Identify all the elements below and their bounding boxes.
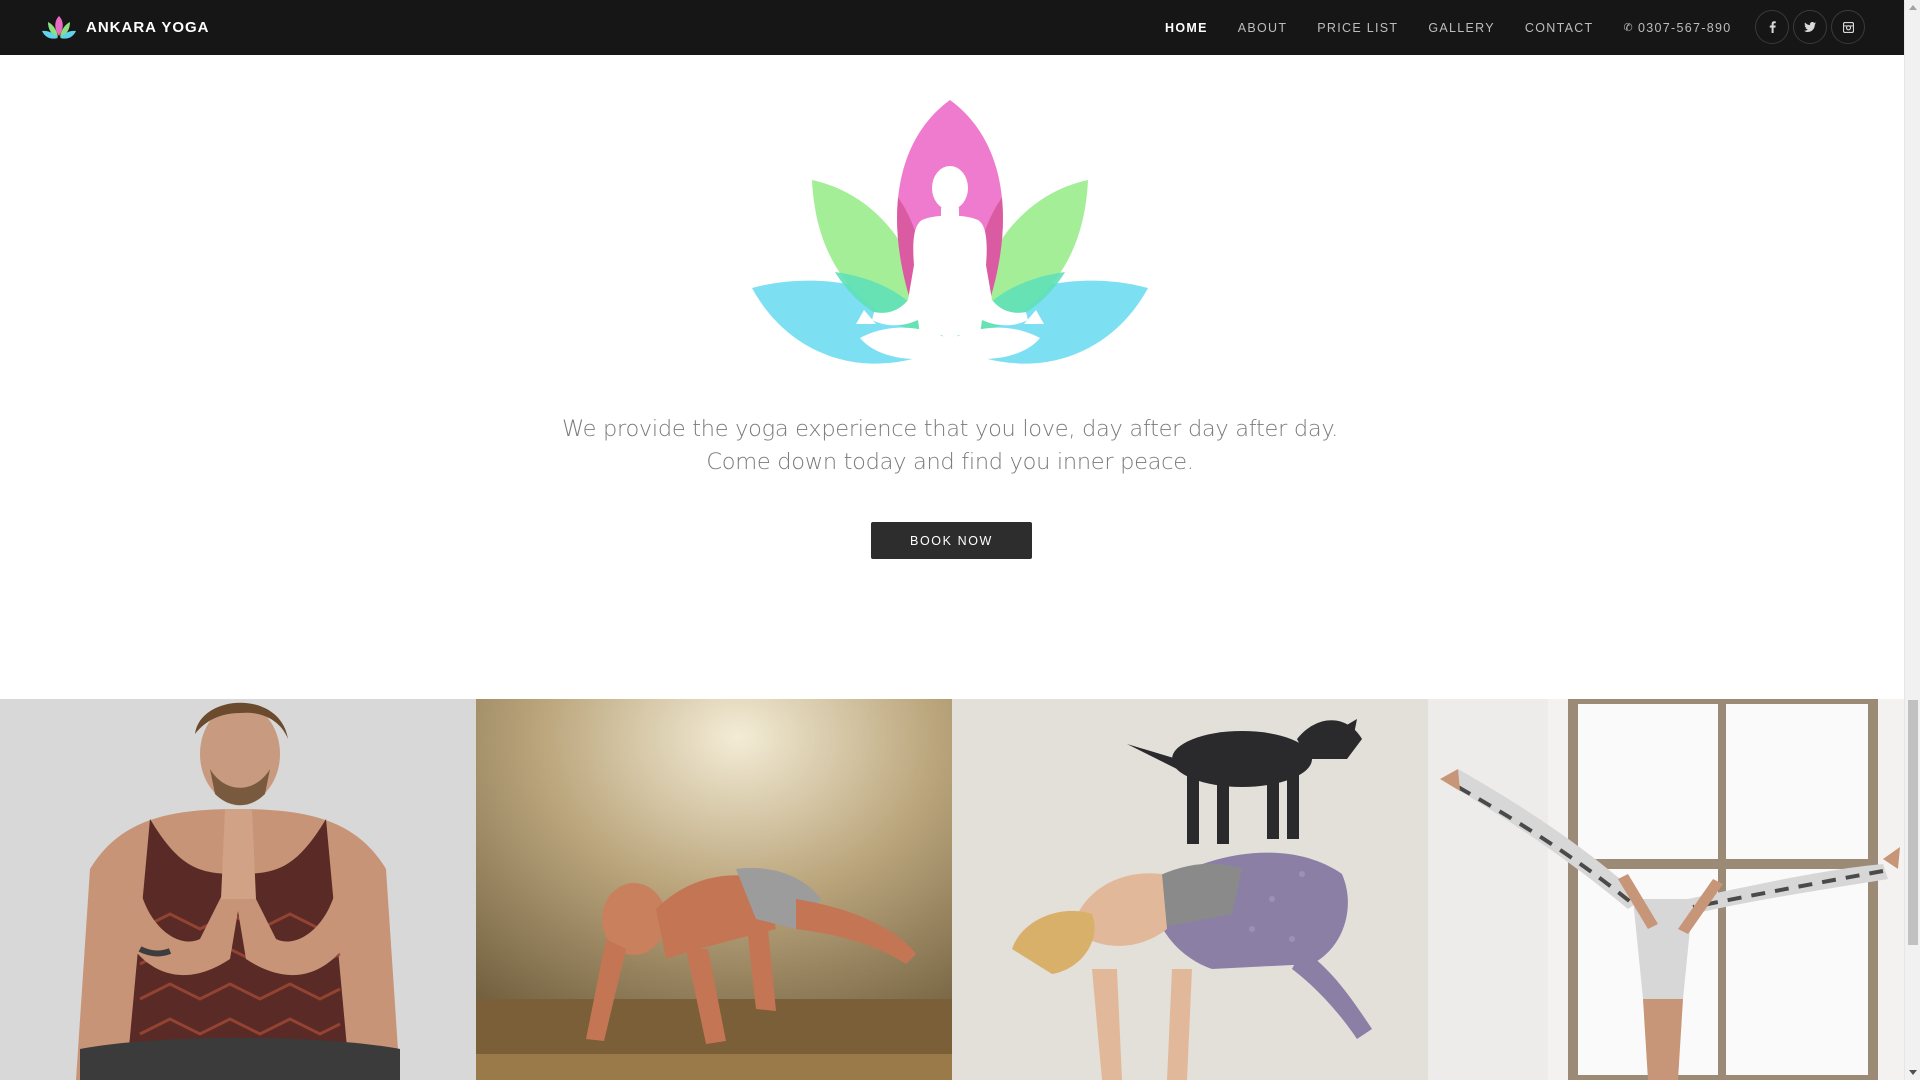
nav-about[interactable]: ABOUT — [1238, 21, 1288, 35]
woman-crow-pose-with-goat-photo[interactable] — [952, 699, 1428, 1080]
phone-icon: ✆ — [1623, 22, 1635, 34]
phone-number: 0307-567-890 — [1638, 20, 1732, 35]
twitter-icon — [1804, 22, 1816, 32]
man-arm-balance-photo[interactable] — [476, 699, 952, 1080]
brand-name: ANKARA YOGA — [86, 19, 210, 36]
meditating-lotus-logo — [752, 100, 1148, 364]
instagram-icon — [1842, 21, 1854, 33]
twitter-button[interactable] — [1793, 10, 1827, 44]
main-nav: HOME ABOUT PRICE LIST GALLERY CONTACT ✆ … — [1165, 0, 1731, 55]
social-links — [1755, 10, 1869, 44]
woman-headstand-split-photo[interactable] — [1428, 699, 1904, 1080]
nav-home[interactable]: HOME — [1165, 21, 1208, 35]
nav-contact[interactable]: CONTACT — [1525, 21, 1594, 35]
scroll-thumb[interactable] — [1908, 700, 1918, 945]
tagline-line-2: Come down today and find you inner peace… — [706, 449, 1194, 475]
phone-link[interactable]: ✆ 0307-567-890 — [1623, 21, 1731, 35]
hero-tagline: We provide the yoga experience that you … — [500, 413, 1400, 479]
scroll-up-arrow[interactable] — [1909, 5, 1917, 10]
top-navbar: ANKARA YOGA HOME ABOUT PRICE LIST GALLER… — [0, 0, 1904, 55]
man-praying-hands-photo[interactable] — [0, 699, 476, 1080]
nav-gallery[interactable]: GALLERY — [1428, 21, 1495, 35]
instagram-button[interactable] — [1831, 10, 1865, 44]
book-now-button[interactable]: BOOK NOW — [871, 522, 1032, 559]
nav-price-list[interactable]: PRICE LIST — [1317, 21, 1398, 35]
photo-gallery — [0, 699, 1904, 1080]
lotus-icon — [42, 15, 76, 39]
scroll-down-arrow[interactable] — [1909, 1070, 1917, 1075]
facebook-icon — [1769, 21, 1776, 33]
brand[interactable]: ANKARA YOGA — [40, 0, 210, 55]
page-scrollbar[interactable] — [1904, 0, 1920, 1080]
tagline-line-1: We provide the yoga experience that you … — [561, 416, 1338, 442]
facebook-button[interactable] — [1755, 10, 1789, 44]
